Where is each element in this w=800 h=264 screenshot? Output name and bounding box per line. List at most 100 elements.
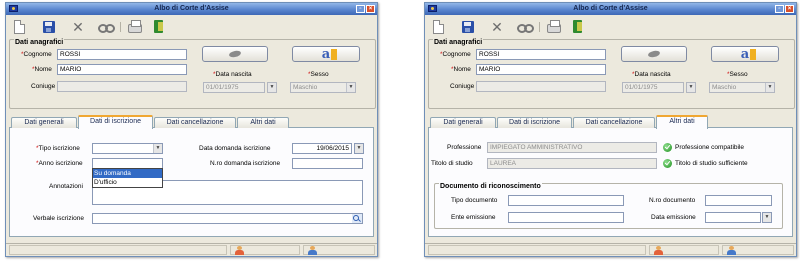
tipo-iscrizione-select[interactable]: ▼ [92, 143, 163, 154]
verbale-iscrizione-field[interactable] [92, 213, 363, 224]
titolo-studio-status: Titolo di studio sufficiente [675, 160, 748, 167]
font-icon: a [712, 47, 778, 62]
titolo-studio-field[interactable]: LAUREA [487, 158, 657, 169]
window-title: Albo di Corte d'Assise [154, 5, 229, 12]
titolo-studio-label: Titolo di studio [431, 160, 473, 167]
status-bar [6, 243, 377, 256]
user-icon [235, 246, 244, 255]
documento-group: Documento di riconoscimento Tipo documen… [434, 183, 783, 229]
delete-icon[interactable]: ✕ [71, 20, 85, 34]
save-icon[interactable] [43, 21, 55, 33]
tab-dati-cancellazione[interactable]: Dati cancellazione [573, 117, 655, 128]
close-button[interactable]: × [785, 5, 794, 13]
sesso-select[interactable]: Maschio ▼ [709, 82, 775, 93]
professione-label: Professione [447, 144, 482, 151]
tab-dati-cancellazione[interactable]: Dati cancellazione [154, 117, 236, 128]
font-edit-button[interactable]: a [292, 46, 360, 62]
close-button[interactable]: × [366, 5, 375, 13]
tab-dati-generali[interactable]: Dati generali [430, 117, 496, 128]
tab-altri-dati[interactable]: Altri dati [656, 115, 708, 129]
ente-emissione-label: Ente emissione [451, 214, 496, 221]
nro-documento-field[interactable] [705, 195, 772, 206]
nome-label: Nome [34, 66, 52, 73]
cognome-label: Cognome [442, 51, 471, 58]
exit-icon[interactable] [572, 20, 586, 34]
search-icon[interactable] [517, 20, 534, 34]
data-domanda-label: Data domanda iscrizione [199, 145, 271, 152]
new-document-icon[interactable] [14, 20, 25, 34]
search-icon[interactable] [98, 20, 115, 34]
group-title: Dati anagrafici [433, 39, 484, 46]
nro-domanda-label: N.ro domanda iscrizione [210, 160, 281, 167]
professione-field[interactable]: IMPIEGATO AMMINISTRATIVO [487, 142, 657, 153]
sesso-label: Sesso [729, 71, 748, 78]
save-icon[interactable] [462, 21, 474, 33]
sesso-select[interactable]: Maschio ▼ [290, 82, 356, 93]
iscrizione-panel: *Tipo iscrizione ▼ Su domanda D'ufficio … [9, 128, 374, 237]
delete-icon[interactable]: ✕ [490, 20, 504, 34]
toolbar: ✕ [425, 16, 796, 38]
restore-button[interactable]: ▫ [775, 5, 784, 13]
tab-dati-iscrizione[interactable]: Dati di iscrizione [497, 117, 572, 128]
view-details-button[interactable] [621, 46, 687, 62]
data-nascita-dropdown[interactable]: ▼ [267, 82, 277, 93]
tab-dati-iscrizione[interactable]: Dati di iscrizione [78, 115, 153, 129]
view-details-button[interactable] [202, 46, 268, 62]
option-d-ufficio[interactable]: D'ufficio [93, 178, 162, 187]
status-cell-user2 [303, 245, 375, 255]
annotazioni-label: Annotazioni [49, 183, 83, 190]
ente-emissione-field[interactable] [508, 212, 624, 223]
coniuge-field[interactable] [476, 81, 606, 92]
group-title: Documento di riconoscimento [439, 183, 542, 190]
nome-field[interactable]: MARIO [57, 64, 187, 75]
toolbar-separator [120, 22, 121, 32]
print-icon[interactable] [128, 20, 142, 33]
chevron-down-icon: ▼ [765, 83, 774, 92]
status-cell-user [230, 245, 300, 255]
font-edit-button[interactable]: a [711, 46, 779, 62]
exit-icon[interactable] [153, 20, 167, 34]
data-domanda-dropdown[interactable]: ▼ [354, 143, 364, 154]
nome-field[interactable]: MARIO [476, 64, 606, 75]
new-document-icon[interactable] [433, 20, 444, 34]
tab-bar: Dati generali Dati di iscrizione Dati ca… [9, 115, 374, 129]
data-domanda-field[interactable]: 19/06/2015 [292, 143, 352, 154]
altri-dati-panel: Professione IMPIEGATO AMMINISTRATIVO Pro… [428, 128, 793, 237]
check-icon [663, 143, 672, 152]
data-nascita-dropdown[interactable]: ▼ [686, 82, 696, 93]
user-icon [308, 246, 317, 255]
chevron-down-icon: ▼ [268, 83, 276, 92]
status-cell-main [428, 245, 646, 255]
nro-domanda-field[interactable] [292, 158, 363, 169]
print-icon[interactable] [547, 20, 561, 33]
coniuge-field[interactable] [57, 81, 187, 92]
data-emissione-label: Data emissione [651, 214, 696, 221]
chevron-down-icon: ▼ [346, 83, 355, 92]
data-nascita-field[interactable]: 01/01/1975 [203, 82, 265, 93]
option-su-domanda[interactable]: Su domanda [93, 169, 162, 178]
window-title: Albo di Corte d'Assise [573, 5, 648, 12]
cognome-field[interactable]: ROSSI [57, 49, 187, 60]
data-emissione-dropdown[interactable]: ▼ [762, 212, 772, 223]
dati-anagrafici-group: Dati anagrafici *Cognome ROSSI *Nome MAR… [428, 39, 795, 109]
status-cell-user2 [722, 245, 794, 255]
chevron-down-icon: ▼ [355, 144, 363, 153]
tipo-documento-field[interactable] [508, 195, 624, 206]
tab-dati-generali[interactable]: Dati generali [11, 117, 77, 128]
data-emissione-field[interactable] [705, 212, 761, 223]
title-bar[interactable]: Albo di Corte d'Assise ▫ × [6, 3, 377, 15]
title-bar[interactable]: Albo di Corte d'Assise ▫ × [425, 3, 796, 15]
restore-button[interactable]: ▫ [356, 5, 365, 13]
status-cell-main [9, 245, 227, 255]
tab-altri-dati[interactable]: Altri dati [237, 117, 289, 128]
user-icon [654, 246, 663, 255]
nome-label: Nome [453, 66, 471, 73]
user-icon [727, 246, 736, 255]
professione-status: Professione compatibile [675, 144, 745, 151]
check-icon [663, 159, 672, 168]
cognome-field[interactable]: ROSSI [476, 49, 606, 60]
window-altri-dati: Albo di Corte d'Assise ▫ × ✕ Dati anagra… [424, 2, 797, 257]
search-icon[interactable] [352, 214, 362, 223]
chevron-down-icon: ▼ [153, 144, 162, 153]
data-nascita-field[interactable]: 01/01/1975 [622, 82, 684, 93]
